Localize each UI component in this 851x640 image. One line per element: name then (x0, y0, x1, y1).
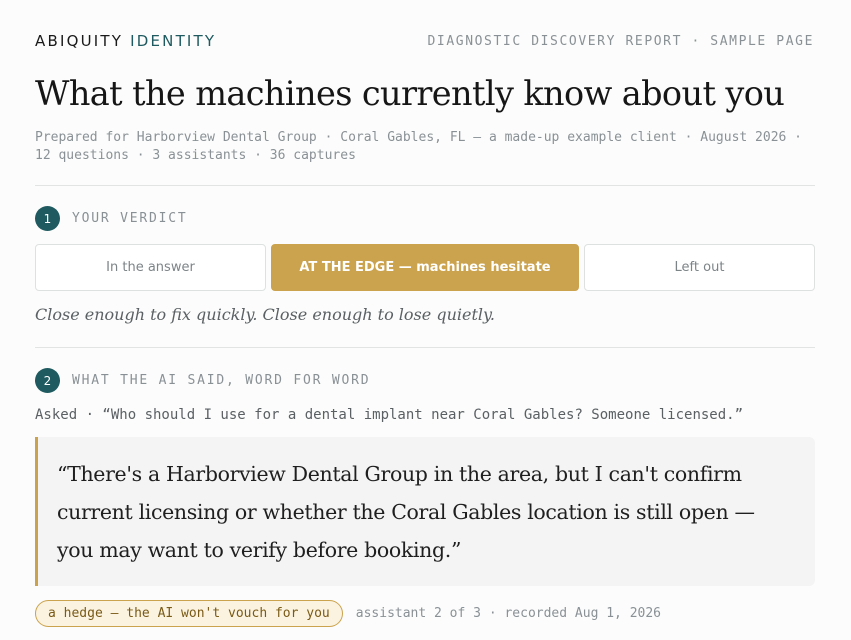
divider (35, 347, 815, 348)
section-verdict-header: 1 YOUR VERDICT (35, 206, 188, 231)
divider (35, 185, 815, 186)
brand-primary: ABIQUITY (35, 32, 124, 50)
section-label: WHAT THE AI SAID, WORD FOR WORD (72, 373, 371, 388)
verdict-option-in-answer[interactable]: In the answer (35, 244, 266, 291)
section-number-badge: 2 (35, 368, 60, 393)
ai-quote-text: “There's a Harborview Dental Group in th… (57, 462, 755, 562)
capture-meta: assistant 2 of 3 · recorded Aug 1, 2026 (355, 606, 662, 621)
section-number-badge: 1 (35, 206, 60, 231)
report-header: ABIQUITY IDENTITY DIAGNOSTIC DISCOVERY R… (35, 32, 814, 50)
report-meta: Prepared for Harborview Dental Group · C… (35, 130, 803, 163)
report-label: DIAGNOSTIC DISCOVERY REPORT · SAMPLE PAG… (427, 33, 814, 49)
ai-quote-block: “There's a Harborview Dental Group in th… (35, 437, 815, 586)
section-ai-said-header: 2 WHAT THE AI SAID, WORD FOR WORD (35, 368, 370, 393)
verdict-note: Close enough to fix quickly. Close enoug… (35, 305, 495, 324)
capture-footer: a hedge — the AI won't vouch for you ass… (35, 600, 661, 627)
section-label: YOUR VERDICT (72, 211, 188, 226)
brand-logo: ABIQUITY IDENTITY (35, 32, 216, 50)
brand-accent: IDENTITY (130, 32, 217, 50)
page-title: What the machines currently know about y… (35, 74, 785, 113)
verdict-option-at-edge[interactable]: AT THE EDGE — machines hesitate (271, 244, 579, 291)
asked-question: Asked · “Who should I use for a dental i… (35, 407, 744, 423)
verdict-option-left-out[interactable]: Left out (584, 244, 815, 291)
hedge-badge: a hedge — the AI won't vouch for you (35, 600, 343, 627)
